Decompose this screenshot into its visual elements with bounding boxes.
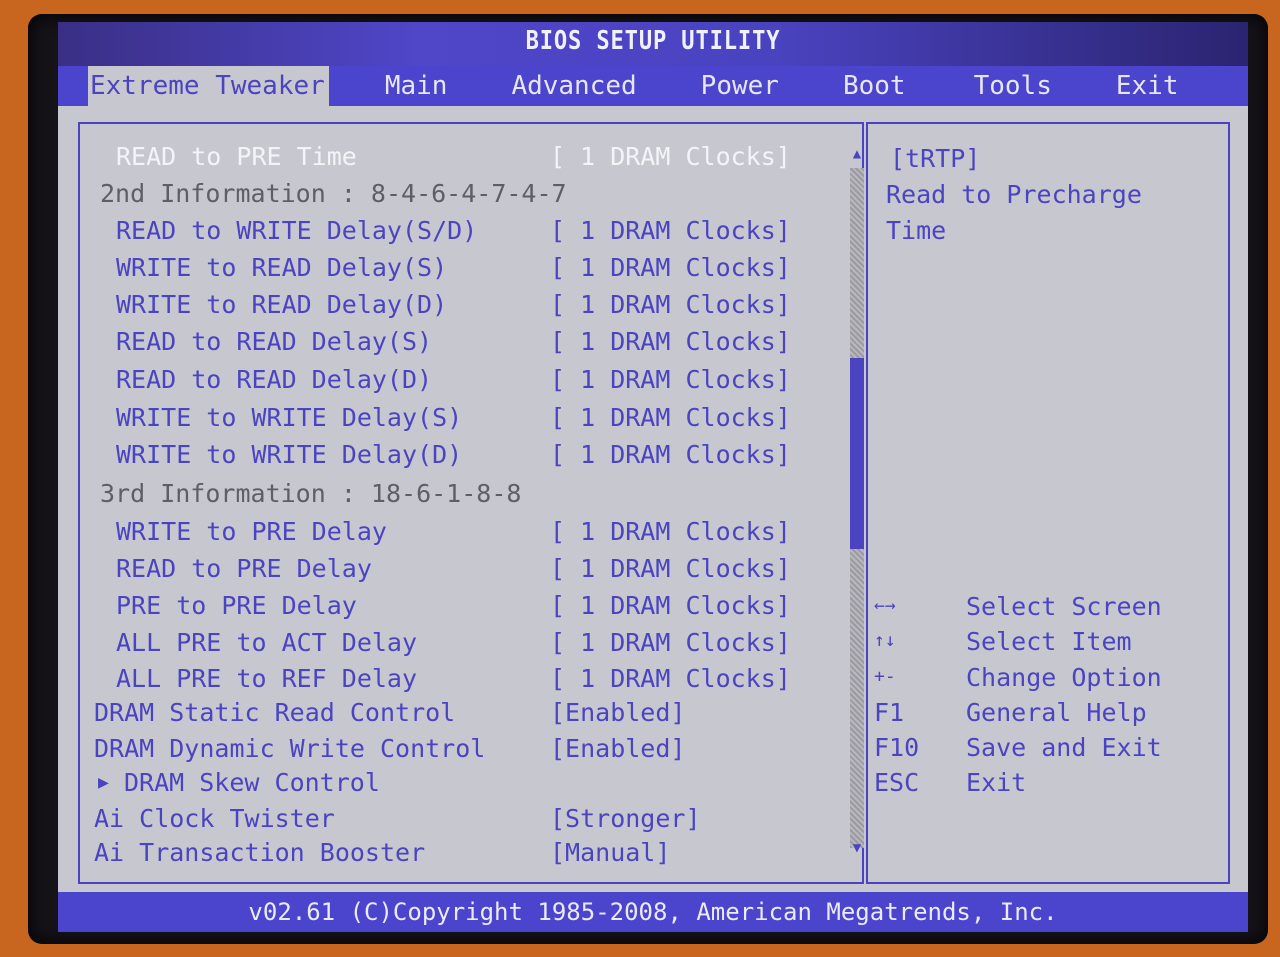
setting-row[interactable]: READ to READ Delay(D) [ 1 DRAM Clocks] (80, 365, 840, 401)
setting-row[interactable]: DRAM Dynamic Write Control [Enabled] (80, 734, 840, 770)
tab-exit[interactable]: Exit (1096, 66, 1199, 106)
setting-label: READ to READ Delay(S) (116, 327, 433, 356)
setting-label: 2nd Information : 8-4-6-4-7-4-7 (100, 179, 567, 208)
setting-value[interactable]: [ 1 DRAM Clocks] (550, 216, 791, 245)
key-label: ↑↓ (874, 630, 896, 651)
key-description: Exit (966, 768, 1027, 797)
setting-value[interactable]: [ 1 DRAM Clocks] (550, 554, 791, 583)
key-description: Save and Exit (966, 733, 1162, 762)
setting-row[interactable]: READ to READ Delay(S) [ 1 DRAM Clocks] (80, 327, 840, 363)
setting-label: DRAM Static Read Control (94, 698, 456, 727)
info-line: 2nd Information : 8-4-6-4-7-4-7 (80, 179, 840, 215)
setting-label: 3rd Information : 18-6-1-8-8 (100, 479, 522, 508)
tab-boot[interactable]: Boot (823, 66, 926, 106)
setting-label: WRITE to READ Delay(D) (116, 290, 448, 319)
setting-value[interactable]: [ 1 DRAM Clocks] (550, 517, 791, 546)
setting-row[interactable]: PRE to PRE Delay [ 1 DRAM Clocks] (80, 591, 840, 627)
tab-extreme-tweaker[interactable]: Extreme Tweaker (88, 66, 329, 106)
setting-value[interactable]: [Enabled] (550, 698, 685, 727)
setting-label: ALL PRE to REF Delay (116, 664, 418, 693)
setting-value[interactable]: [ 1 DRAM Clocks] (550, 142, 791, 171)
info-line: 3rd Information : 18-6-1-8-8 (80, 479, 840, 515)
setting-label: WRITE to WRITE Delay(D) (116, 440, 463, 469)
setting-value[interactable]: [ 1 DRAM Clocks] (550, 664, 791, 693)
setting-label: READ to PRE Delay (116, 554, 372, 583)
setting-row[interactable]: WRITE to WRITE Delay(D) [ 1 DRAM Clocks] (80, 440, 840, 476)
setting-row[interactable]: READ to PRE Delay [ 1 DRAM Clocks] (80, 554, 840, 590)
setting-value[interactable]: [ 1 DRAM Clocks] (550, 327, 791, 356)
setting-value[interactable]: [ 1 DRAM Clocks] (550, 403, 791, 432)
setting-value[interactable]: [ 1 DRAM Clocks] (550, 290, 791, 319)
setting-label: READ to WRITE Delay(S/D) (116, 216, 478, 245)
setting-row[interactable]: Ai Clock Twister [Stronger] (80, 804, 840, 840)
tab-power[interactable]: Power (681, 66, 799, 106)
setting-label: ALL PRE to ACT Delay (116, 628, 418, 657)
setting-label: READ to PRE Time (116, 142, 357, 171)
help-line: Read to Precharge (886, 180, 1142, 209)
setting-label: DRAM Dynamic Write Control (94, 734, 486, 763)
tab-main[interactable]: Main (365, 66, 468, 106)
setting-row[interactable]: WRITE to READ Delay(S) [ 1 DRAM Clocks] (80, 253, 840, 289)
setting-value[interactable]: [ 1 DRAM Clocks] (550, 253, 791, 282)
setting-row[interactable]: WRITE to PRE Delay [ 1 DRAM Clocks] (80, 517, 840, 553)
key-description: Select Item (966, 627, 1132, 656)
setting-label: WRITE to PRE Delay (116, 517, 387, 546)
setting-row[interactable]: WRITE to READ Delay(D) [ 1 DRAM Clocks] (80, 290, 840, 326)
copyright-text: v02.61 (C)Copyright 1985-2008, American … (248, 898, 1058, 926)
key-label: ←→ (874, 595, 896, 616)
setting-label: Ai Transaction Booster (94, 838, 426, 867)
scrollbar-thumb[interactable] (850, 358, 864, 549)
setting-label: Ai Clock Twister (94, 804, 335, 833)
setting-row[interactable]: DRAM Static Read Control [Enabled] (80, 698, 840, 734)
setting-label: READ to READ Delay(D) (116, 365, 433, 394)
tab-advanced[interactable]: Advanced (491, 66, 656, 106)
setting-row[interactable]: WRITE to WRITE Delay(S) [ 1 DRAM Clocks] (80, 403, 840, 439)
key-description: General Help (966, 698, 1147, 727)
key-label: F1 (874, 698, 905, 727)
setting-row[interactable]: Ai Transaction Booster [Manual] (80, 838, 840, 874)
tab-bar: Extreme Tweaker Main Advanced Power Boot… (58, 66, 1248, 106)
setting-label: PRE to PRE Delay (116, 591, 357, 620)
key-description: Change Option (966, 663, 1162, 692)
setting-label: WRITE to WRITE Delay(S) (116, 403, 463, 432)
setting-value[interactable]: [ 1 DRAM Clocks] (550, 440, 791, 469)
submenu-arrow-icon: ▶ (98, 772, 109, 793)
help-title: [tRTP] (890, 144, 981, 173)
scrollbar-track[interactable] (850, 168, 864, 848)
help-line: Time (886, 216, 947, 245)
setting-value[interactable]: [ 1 DRAM Clocks] (550, 591, 791, 620)
scroll-up-arrow-icon[interactable]: ▲ (850, 146, 864, 162)
scroll-down-arrow-icon[interactable]: ▼ (850, 840, 864, 856)
setting-label: WRITE to READ Delay(S) (116, 253, 448, 282)
key-label: F10 (874, 733, 920, 762)
app-title: BIOS SETUP UTILITY (525, 26, 781, 56)
key-label: +- (874, 666, 896, 687)
tab-tools[interactable]: Tools (954, 66, 1072, 106)
setting-value[interactable]: [Manual] (550, 838, 670, 867)
setting-row[interactable]: READ to PRE Time [ 1 DRAM Clocks] (80, 142, 840, 178)
settings-panel: ▲ ▼ READ to PRE Time [ 1 DRAM Clocks] 2nd … (78, 122, 864, 884)
help-panel: [tRTP] Read to Precharge Time ←→ Select S… (866, 122, 1230, 884)
key-label: ESC (874, 768, 920, 797)
bios-screen: BIOS SETUP UTILITY Extreme Tweaker Main … (58, 22, 1248, 932)
setting-value[interactable]: [ 1 DRAM Clocks] (550, 628, 791, 657)
setting-value[interactable]: [Stronger] (550, 804, 701, 833)
key-description: Select Screen (966, 592, 1162, 621)
setting-row[interactable]: ALL PRE to ACT Delay [ 1 DRAM Clocks] (80, 628, 840, 664)
setting-label: DRAM Skew Control (124, 768, 380, 797)
submenu-item[interactable]: ▶ DRAM Skew Control (80, 768, 840, 804)
setting-value[interactable]: [ 1 DRAM Clocks] (550, 365, 791, 394)
setting-row[interactable]: ALL PRE to REF Delay [ 1 DRAM Clocks] (80, 664, 840, 700)
footer-bar: v02.61 (C)Copyright 1985-2008, American … (58, 892, 1248, 932)
setting-row[interactable]: READ to WRITE Delay(S/D) [ 1 DRAM Clocks] (80, 216, 840, 252)
setting-value[interactable]: [Enabled] (550, 734, 685, 763)
